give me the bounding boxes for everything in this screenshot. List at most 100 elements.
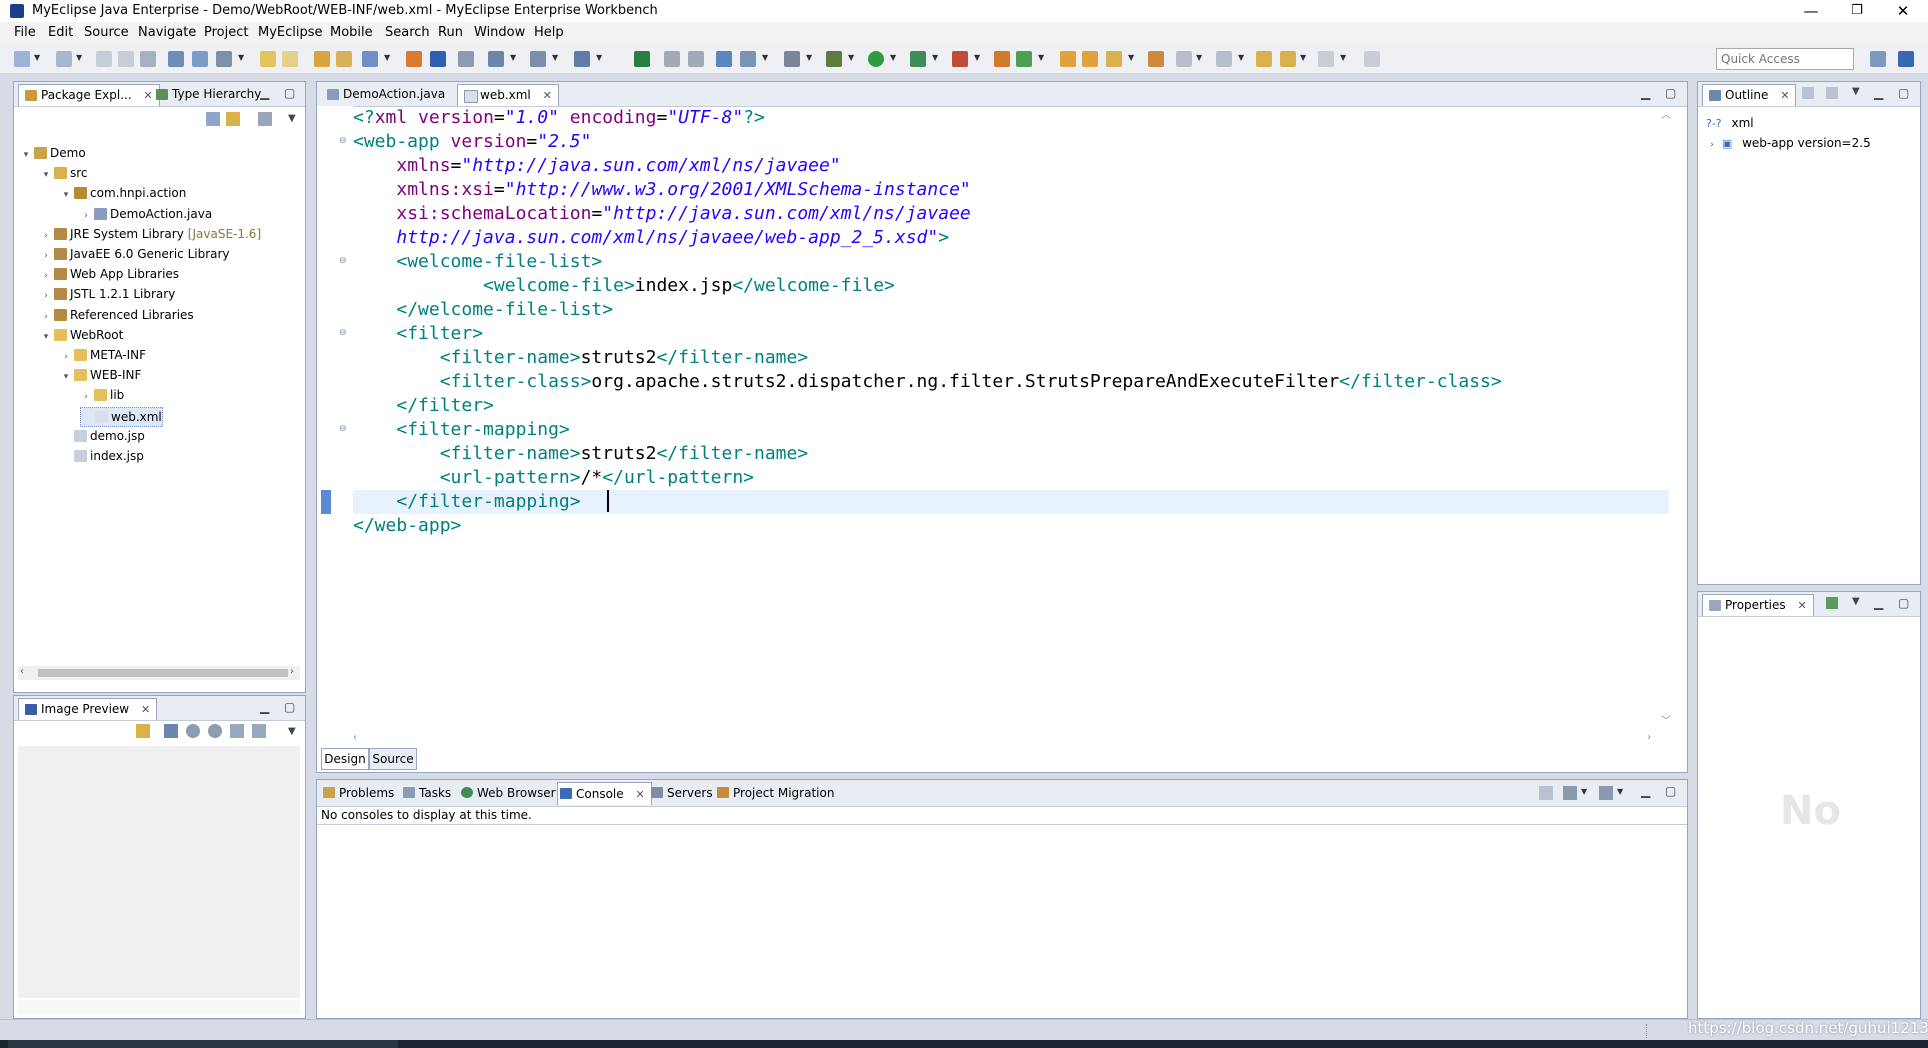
menu-navigate[interactable]: Navigate [138,25,196,40]
open-perspective-icon[interactable] [1870,51,1886,67]
run-dropdown-icon[interactable]: ▼ [890,53,896,62]
forward-dropdown-icon[interactable]: ▼ [1340,53,1346,62]
display-console-icon[interactable] [1563,786,1577,800]
code-line[interactable]: <filter-class>org.apache.struts2.dispatc… [353,370,1502,394]
tab-design[interactable]: Design [321,748,369,770]
pin-properties-icon[interactable] [1826,597,1838,609]
scroll-left-icon[interactable]: ‹ [20,666,24,677]
actual-size-icon[interactable] [230,724,244,738]
minimize-button[interactable]: — [1788,0,1834,22]
minimize-view-icon[interactable]: ▁ [260,700,269,714]
tree-item[interactable]: › Web App Libraries [40,265,179,283]
tab-web-xml[interactable]: web.xml ✕ [457,84,559,106]
open-type-icon[interactable] [168,51,184,67]
pin-editor-icon[interactable] [1364,51,1380,67]
vertical-scrollbar[interactable]: ︿ ﹀ [1659,106,1673,728]
outline-item-xml[interactable]: ?-? xml [1706,114,1754,132]
pencil-icon[interactable] [1106,51,1122,67]
tree-item[interactable]: ▾ Demo [20,144,86,162]
code-line[interactable]: <web-app version="2.5" [353,130,591,154]
new-icon[interactable] [14,51,30,67]
menu-mobile[interactable]: Mobile [330,25,373,40]
open-project-icon[interactable] [1082,51,1098,67]
tab-demoaction-java[interactable]: DemoAction.java [321,84,451,105]
menu-edit[interactable]: Edit [48,25,73,40]
build-dropdown-icon[interactable]: ▼ [384,53,390,62]
maximize-view-icon[interactable]: ▢ [1898,596,1909,610]
fold-toggle-icon[interactable]: ⊖ [339,256,347,266]
menu-run[interactable]: Run [438,25,463,40]
profile-icon[interactable] [952,51,968,67]
zoom-in-icon[interactable] [208,724,222,738]
fold-toggle-icon[interactable]: ⊖ [339,328,347,338]
new-server-icon[interactable] [574,51,590,67]
chevron-right-icon[interactable]: › [40,247,52,265]
chevron-right-icon[interactable]: › [40,308,52,326]
view-menu-chevron-icon[interactable]: ▼ [288,726,296,737]
horizontal-scrollbar[interactable] [18,1000,300,1014]
last-edit-icon[interactable] [1256,51,1272,67]
annotation-icon[interactable] [314,51,330,67]
code-line[interactable]: </filter-mapping> [353,490,580,514]
minimize-view-icon[interactable]: ▁ [1874,86,1883,100]
tree-item[interactable]: › lib [80,386,124,404]
code-line[interactable]: <welcome-file-list> [353,250,602,274]
tab-web-browser[interactable]: Web Browser [459,784,556,802]
tab-problems[interactable]: Problems [321,784,394,802]
back-icon[interactable] [1280,51,1296,67]
bookmark-icon[interactable] [336,51,352,67]
forward-icon[interactable] [1318,51,1334,67]
java-perspective-icon[interactable] [1898,51,1914,67]
horizontal-scrollbar[interactable]: ‹ › [18,666,300,680]
tab-console[interactable]: Console ✕ [557,782,652,805]
minimize-view-icon[interactable]: ▁ [260,86,269,100]
run-external-icon[interactable] [910,51,926,67]
tree-item[interactable]: › DemoAction.java [80,205,212,223]
close-icon[interactable]: ✕ [543,89,552,102]
tree-item[interactable]: ▾ WEB-INF [60,366,142,384]
back-dropdown-icon[interactable]: ▼ [1300,53,1306,62]
prev-annotation-dropdown-icon[interactable]: ▼ [1238,53,1244,62]
pencil-dropdown-icon[interactable]: ▼ [1128,53,1134,62]
code-line[interactable]: http://java.sun.com/xml/ns/javaee/web-ap… [353,226,949,250]
package-box-icon[interactable] [406,51,422,67]
scroll-right-icon[interactable]: › [1647,732,1651,743]
menu-search[interactable]: Search [385,25,430,40]
fold-toggle-icon[interactable]: ⊖ [339,424,347,434]
tree-item[interactable]: ▾ WebRoot [40,326,124,346]
chevron-right-icon[interactable]: › [40,227,52,245]
terminal-icon[interactable] [784,51,800,67]
code-line[interactable]: <filter-name>struts2</filter-name> [353,442,808,466]
fit-image-icon[interactable] [164,724,178,738]
menu-project[interactable]: Project [204,25,248,40]
code-line[interactable]: xmlns="http://java.sun.com/xml/ns/javaee… [353,154,840,178]
minimize-view-icon[interactable]: ▁ [1874,596,1883,610]
code-line[interactable]: xmlns:xsi="http://www.w3.org/2001/XMLSch… [353,178,970,202]
chevron-down-icon[interactable]: ▾ [40,166,52,184]
profile-dropdown-icon[interactable]: ▼ [974,53,980,62]
code-line[interactable]: <welcome-file>index.jsp</welcome-file> [353,274,895,298]
chevron-right-icon[interactable]: › [60,348,72,366]
tab-type-hierarchy[interactable]: Type Hierarchy [150,84,267,105]
undo-icon[interactable] [260,51,276,67]
deploy-dropdown-icon[interactable]: ▼ [510,53,516,62]
tab-servers[interactable]: Servers [649,784,713,802]
open-console-dropdown-icon[interactable]: ▼ [1617,787,1623,796]
scroll-down-icon[interactable]: ﹀ [1661,712,1671,727]
save-all-icon[interactable] [118,51,134,67]
open-icon[interactable] [56,51,72,67]
open-console-icon[interactable] [1599,786,1613,800]
tree-item[interactable]: web.xml [80,406,163,427]
build-icon[interactable] [362,51,378,67]
deploy-icon[interactable] [488,51,504,67]
refresh-file-icon[interactable] [688,51,704,67]
maximize-view-icon[interactable]: ▢ [1898,86,1909,100]
maximize-view-icon[interactable]: ▢ [1665,86,1676,100]
menu-source[interactable]: Source [84,25,129,40]
print-icon[interactable] [140,51,156,67]
close-icon[interactable]: ✕ [141,703,150,716]
outline-item-web-app[interactable]: › ▣ web-app version=2.5 [1706,134,1871,152]
pin-console-icon[interactable] [1539,786,1553,800]
chevron-down-icon[interactable]: ▾ [40,328,52,346]
search-tool-icon[interactable] [530,51,546,67]
